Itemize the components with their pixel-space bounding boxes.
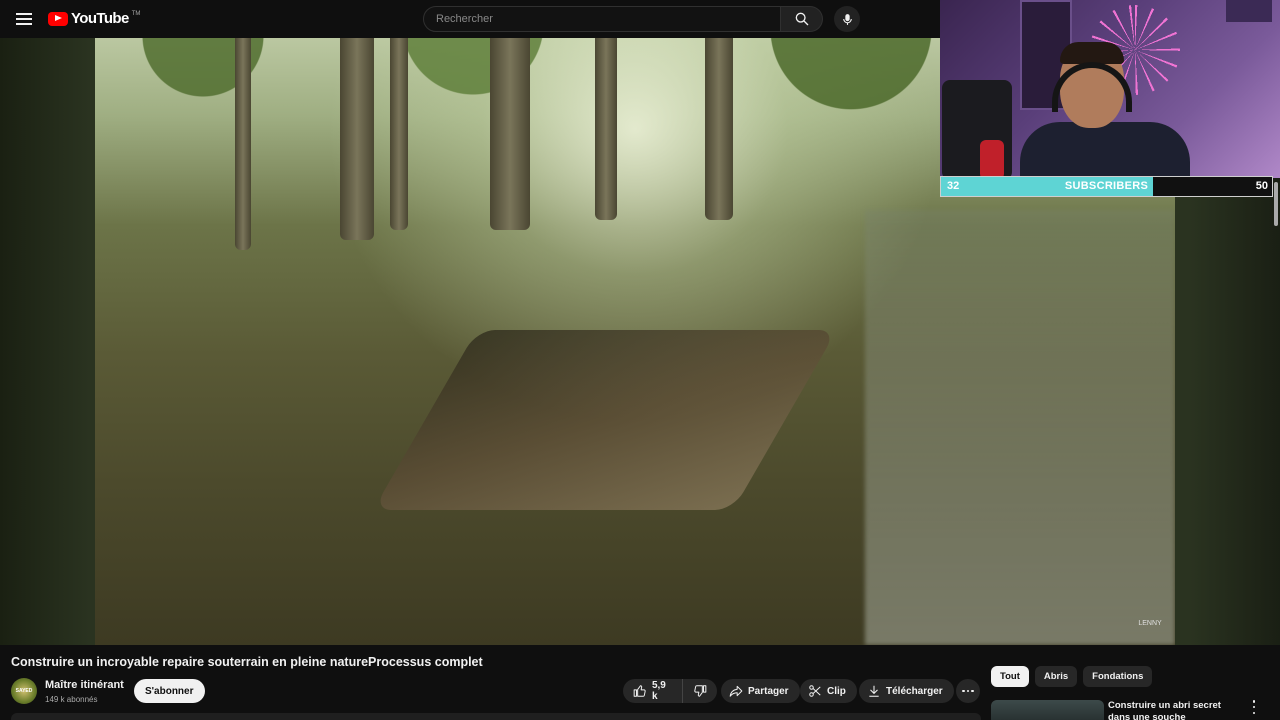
chip-abris[interactable]: Abris xyxy=(1034,666,1078,687)
tree-trunk xyxy=(390,20,408,230)
menu-dot xyxy=(1252,711,1256,714)
recommended-video-title[interactable]: Construire un abri secret dans une souch… xyxy=(1108,700,1242,720)
download-button[interactable]: Télécharger xyxy=(859,679,954,703)
streamer-body xyxy=(1020,122,1190,178)
tree-trunk xyxy=(490,20,530,230)
video-info: Construire un incroyable repaire souterr… xyxy=(0,645,1280,720)
subscriber-goal-bar: 32 SUBSCRIBERS 50 xyxy=(940,176,1273,197)
menu-icon[interactable] xyxy=(16,13,32,25)
ghost-overlay-person xyxy=(865,210,1175,645)
recommended-video-thumbnail[interactable] xyxy=(991,700,1104,720)
clip-label: Clip xyxy=(827,685,846,697)
subscriber-goal-target: 50 xyxy=(1255,180,1268,192)
share-icon xyxy=(729,685,743,697)
more-dot xyxy=(966,689,970,693)
top-bar: YouTube TM xyxy=(0,0,940,38)
streamer xyxy=(1020,42,1190,178)
chip-fondations[interactable]: Fondations xyxy=(1083,666,1153,687)
microphone-icon xyxy=(842,13,852,25)
youtube-logo[interactable]: YouTube TM xyxy=(48,10,140,27)
more-dot xyxy=(962,689,965,693)
logo-trademark: TM xyxy=(131,10,141,17)
video-watermark: LENNY xyxy=(1138,620,1162,627)
scissors-icon xyxy=(809,685,821,697)
search-icon xyxy=(795,12,808,26)
like-button[interactable]: 5,9 k xyxy=(623,679,684,703)
channel-name[interactable]: Maître itinérant xyxy=(45,679,124,691)
related-filter-chips: Tout Abris Fondations xyxy=(991,666,1153,687)
youtube-play-icon xyxy=(48,11,68,26)
search-input[interactable] xyxy=(423,6,781,32)
menu-dot xyxy=(1252,705,1256,709)
tree-trunk xyxy=(705,20,733,220)
red-bottle xyxy=(980,140,1004,178)
description-box-top[interactable] xyxy=(11,713,981,720)
chip-tout[interactable]: Tout xyxy=(991,666,1029,687)
subscriber-goal-label: SUBSCRIBERS xyxy=(1064,180,1149,192)
download-icon xyxy=(869,685,879,697)
clip-button[interactable]: Clip xyxy=(800,679,857,703)
channel-subscriber-count: 149 k abonnés xyxy=(45,695,98,704)
page-scrollbar[interactable] xyxy=(1274,182,1278,226)
thumbs-down-icon xyxy=(694,685,707,697)
recommended-video-menu-button[interactable] xyxy=(1248,700,1260,714)
youtube-watch-page: LENNY YouTube TM Rechercher 32 SUBSCRIBE… xyxy=(0,0,1280,720)
more-actions-button[interactable] xyxy=(956,679,980,703)
channel-avatar[interactable]: SAYED xyxy=(11,678,37,704)
download-label: Télécharger xyxy=(886,685,943,697)
dislike-button[interactable] xyxy=(683,679,717,703)
like-dislike-group: 5,9 k xyxy=(623,679,717,703)
wall-frame xyxy=(1226,0,1272,22)
voice-search-button[interactable] xyxy=(834,6,860,32)
search-bar xyxy=(423,6,823,32)
menu-dot xyxy=(1252,700,1256,703)
streamer-hair xyxy=(1060,42,1124,64)
trench-ground xyxy=(373,330,837,510)
share-label: Partager xyxy=(748,685,789,697)
share-button[interactable]: Partager xyxy=(721,679,800,703)
subscribe-button[interactable]: S'abonner xyxy=(134,679,205,703)
search-button[interactable] xyxy=(781,6,823,32)
logo-text: YouTube xyxy=(71,10,129,27)
avatar-text: SAYED xyxy=(15,688,33,694)
tree-trunk xyxy=(595,20,617,220)
more-dot xyxy=(971,689,974,693)
thumbs-up-icon xyxy=(633,685,646,697)
like-count: 5,9 k xyxy=(651,680,666,702)
tree-trunk xyxy=(340,20,374,240)
video-title: Construire un incroyable repaire souterr… xyxy=(11,655,483,669)
tree-trunk xyxy=(235,20,251,250)
streamer-webcam xyxy=(940,0,1280,178)
